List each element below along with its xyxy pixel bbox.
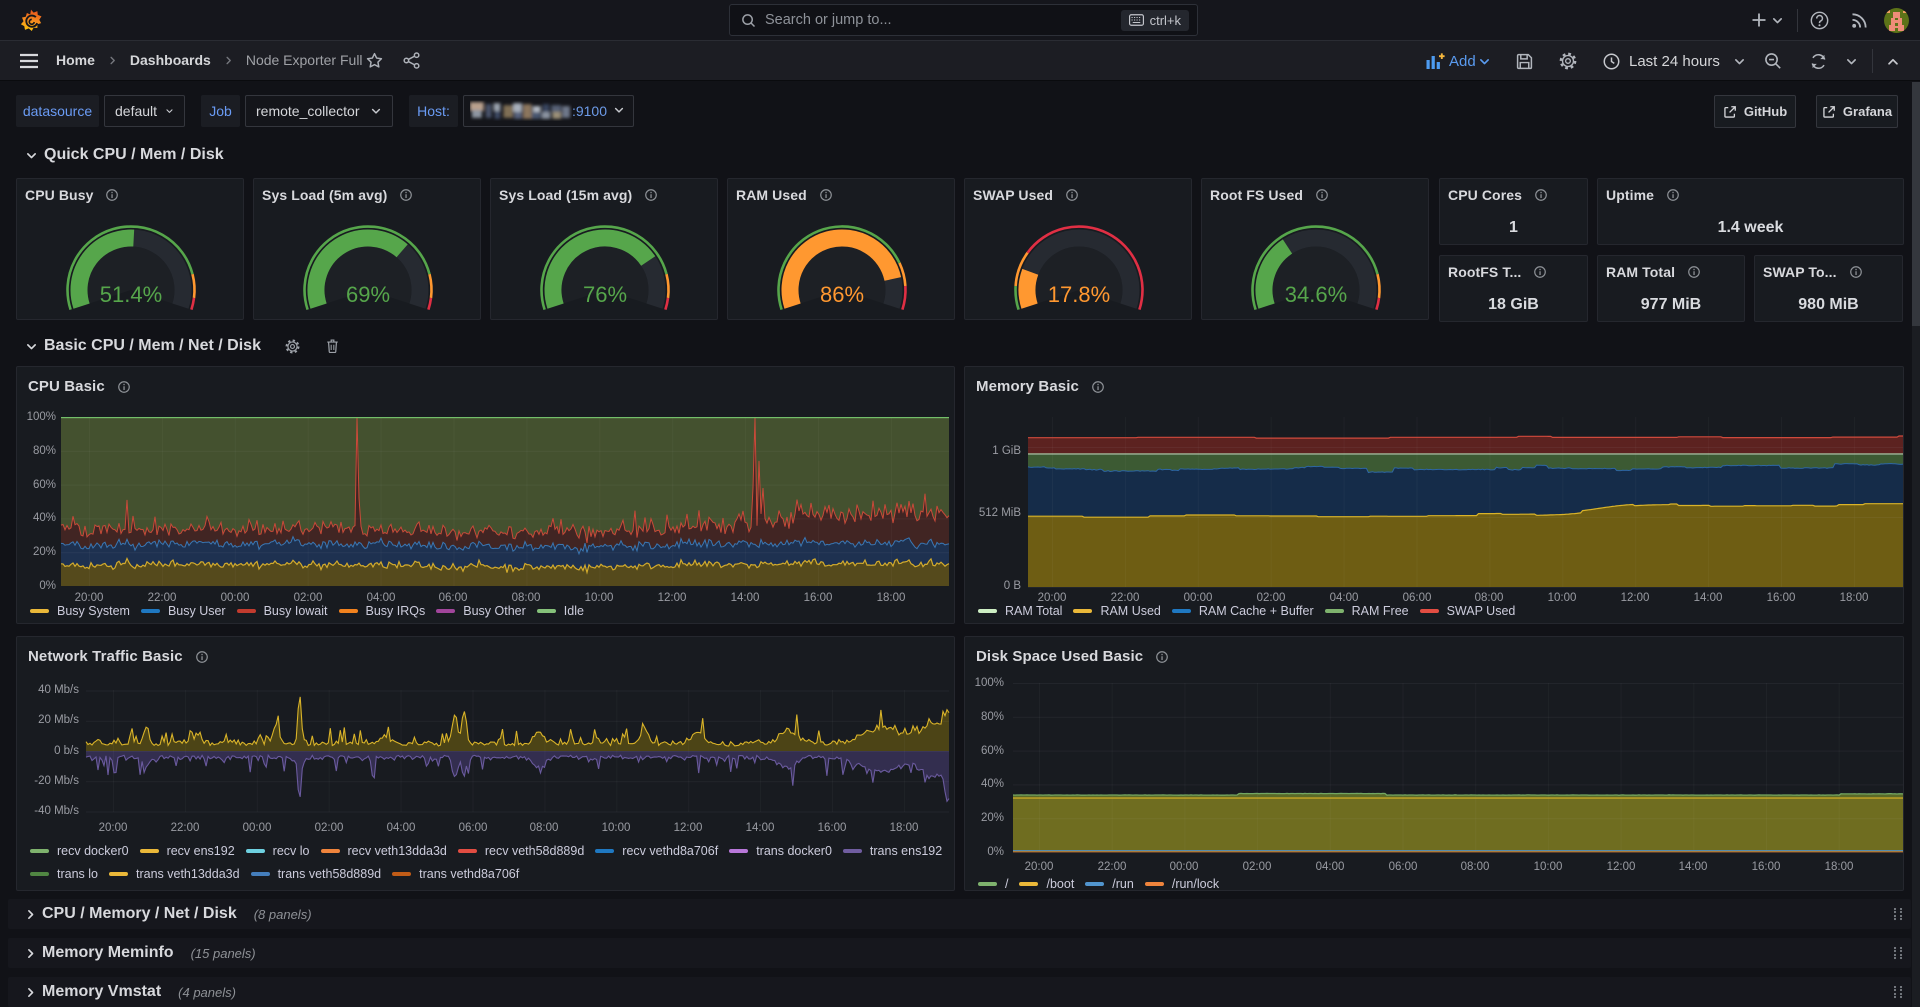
svg-text:86%: 86% — [820, 282, 864, 307]
svg-text:34.6%: 34.6% — [1285, 282, 1347, 307]
svg-text:17.8%: 17.8% — [1048, 282, 1110, 307]
svg-text:69%: 69% — [346, 282, 390, 307]
svg-text:76%: 76% — [583, 282, 627, 307]
svg-text:51.4%: 51.4% — [100, 282, 162, 307]
